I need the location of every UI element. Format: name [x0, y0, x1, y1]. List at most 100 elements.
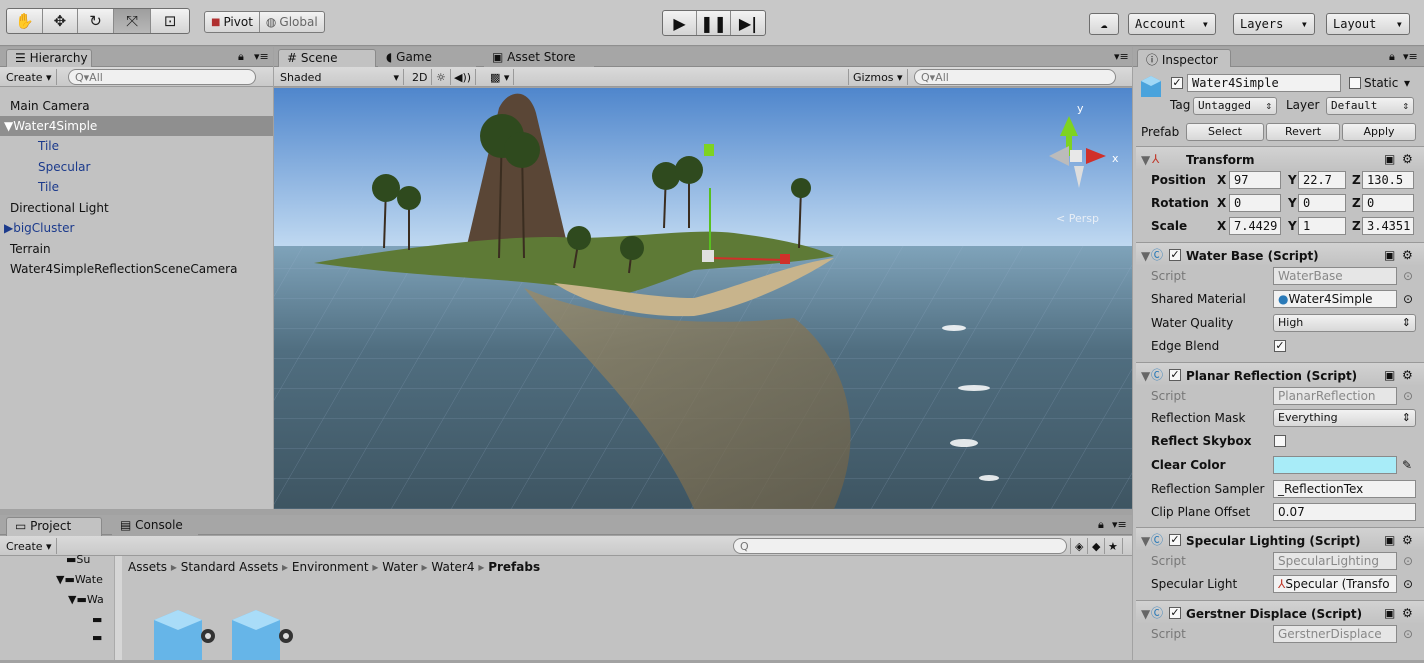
project-create-button[interactable]: Create ▾ — [2, 538, 57, 554]
tree-item-folder[interactable]: ▬ — [92, 628, 102, 648]
scale-x-field[interactable]: 7.4429 — [1229, 217, 1281, 235]
global-button[interactable]: ◍ Global — [258, 12, 324, 32]
play-button[interactable]: ▶ — [663, 11, 697, 35]
panel-menu-icon[interactable]: ▾≡ — [1114, 50, 1129, 63]
gear-icon[interactable]: ⚙ — [1402, 531, 1413, 549]
prefab-asset-1[interactable] — [150, 606, 220, 660]
shared-material-field[interactable]: ●Water4Simple — [1273, 290, 1397, 308]
layer-dropdown[interactable]: Default ⇕ — [1326, 97, 1414, 115]
help-book-icon[interactable]: ▣ — [1384, 366, 1395, 384]
hierarchy-item-bigcluster[interactable]: ▶bigCluster — [0, 218, 74, 238]
tab-asset-store[interactable]: ▣ Asset Store — [484, 49, 594, 68]
panel-menu-icon[interactable]: ▾≡ — [254, 50, 269, 63]
foldout-arrow-icon[interactable]: ▼ — [1141, 605, 1150, 623]
static-dropdown-icon[interactable]: ▾ — [1404, 74, 1410, 92]
rotation-x-field[interactable]: 0 — [1229, 194, 1281, 212]
shading-mode-dropdown[interactable]: Shaded ▾ — [276, 69, 404, 85]
lighting-toggle[interactable]: ☼ — [432, 69, 451, 85]
breadcrumb-assets[interactable]: Assets — [128, 560, 167, 574]
specular-lighting-header[interactable]: ▼ Ⓒ ✓ Specular Lighting (Script) ▣ ⚙ — [1136, 527, 1424, 551]
tab-game[interactable]: ◖ Game — [378, 49, 476, 68]
hierarchy-item-terrain[interactable]: Terrain — [10, 239, 51, 259]
specular-lighting-enabled-checkbox[interactable]: ✓ — [1169, 534, 1181, 546]
prefab-asset-2[interactable] — [228, 606, 298, 660]
help-book-icon[interactable]: ▣ — [1384, 531, 1395, 549]
reflect-skybox-checkbox[interactable] — [1274, 435, 1286, 447]
expand-arrow-icon[interactable]: ▶ — [4, 221, 13, 235]
breadcrumb-water4[interactable]: Water4 — [431, 560, 474, 574]
edge-blend-checkbox[interactable]: ✓ — [1274, 340, 1286, 352]
panel-menu-icon[interactable]: ▾≡ — [1112, 518, 1127, 531]
layers-dropdown[interactable]: Layers ▾ — [1233, 13, 1315, 35]
gear-icon[interactable]: ⚙ — [1402, 366, 1413, 384]
hierarchy-item-tile[interactable]: Tile — [38, 136, 59, 156]
foldout-arrow-icon[interactable]: ▼ — [1141, 532, 1150, 550]
hierarchy-item-tile-2[interactable]: Tile — [38, 177, 59, 197]
hierarchy-item-reflection-camera[interactable]: Water4SimpleReflectionSceneCamera — [10, 259, 237, 279]
foldout-arrow-icon[interactable]: ▼ — [1141, 247, 1150, 265]
move-tool-icon[interactable]: ✥ — [43, 9, 79, 33]
tree-item-folder[interactable]: ▬ — [92, 610, 102, 630]
scale-tool-icon[interactable]: ⤧ — [113, 9, 152, 33]
breadcrumb-prefabs[interactable]: Prefabs — [488, 560, 540, 574]
water-base-enabled-checkbox[interactable]: ✓ — [1169, 249, 1181, 261]
scene-viewport[interactable]: y x < Persp — [274, 88, 1132, 509]
scale-z-field[interactable]: 3.4351 — [1362, 217, 1414, 235]
gerstner-displace-header[interactable]: ▼ Ⓒ ✓ Gerstner Displace (Script) ▣ ⚙ — [1136, 600, 1424, 624]
hierarchy-item-water4simple[interactable]: ▼Water4Simple — [0, 116, 273, 136]
object-picker-icon[interactable]: ⊙ — [1403, 575, 1413, 593]
tab-scene[interactable]: # Scene — [278, 49, 376, 68]
rotation-z-field[interactable]: 0 — [1362, 194, 1414, 212]
tab-inspector[interactable]: ⓘ Inspector — [1137, 49, 1231, 68]
lock-icon[interactable]: 🔒︎ — [1389, 50, 1395, 64]
foldout-arrow-icon[interactable]: ▼ — [1141, 367, 1150, 385]
foldout-arrow-icon[interactable]: ▼ — [1141, 151, 1150, 169]
planar-reflection-header[interactable]: ▼ Ⓒ ✓ Planar Reflection (Script) ▣ ⚙ — [1136, 362, 1424, 386]
tab-project[interactable]: ▭ Project — [6, 517, 102, 536]
tab-hierarchy[interactable]: ☰ Hierarchy — [6, 49, 92, 68]
water-quality-dropdown[interactable]: High ⇕ — [1273, 314, 1416, 332]
hierarchy-item-directional-light[interactable]: Directional Light — [10, 198, 109, 218]
reflection-mask-dropdown[interactable]: Everything ⇕ — [1273, 409, 1416, 427]
specular-light-field[interactable]: ⅄Specular (Transfo — [1273, 575, 1397, 593]
position-y-field[interactable]: 22.7 — [1298, 171, 1346, 189]
lock-icon[interactable]: 🔒︎ — [1098, 518, 1104, 532]
tree-item-water4[interactable]: ▼▬Wa — [68, 590, 104, 610]
filter-label-icon[interactable]: ◆ — [1088, 538, 1106, 554]
gerstner-displace-enabled-checkbox[interactable]: ✓ — [1169, 607, 1181, 619]
step-button[interactable]: ▶| — [731, 11, 765, 35]
object-name-input[interactable]: Water4Simple — [1187, 74, 1341, 92]
effects-dropdown[interactable]: ▩ ▾ — [486, 69, 515, 85]
expand-arrow-icon[interactable]: ▼ — [4, 119, 13, 133]
help-book-icon[interactable]: ▣ — [1384, 246, 1395, 264]
breadcrumb-standard-assets[interactable]: Standard Assets — [181, 560, 278, 574]
pivot-button[interactable]: ■ Pivot — [205, 12, 259, 32]
position-x-field[interactable]: 97 — [1229, 171, 1281, 189]
gizmos-dropdown[interactable]: Gizmos ▾ — [848, 69, 908, 85]
planar-reflection-enabled-checkbox[interactable]: ✓ — [1169, 369, 1181, 381]
breadcrumb-environment[interactable]: Environment — [292, 560, 369, 574]
prefab-select-button[interactable]: Select — [1186, 123, 1264, 141]
static-checkbox[interactable] — [1349, 77, 1361, 89]
rotation-y-field[interactable]: 0 — [1298, 194, 1346, 212]
tree-item-standard-assets[interactable]: ▬Su — [66, 550, 90, 570]
lock-icon[interactable]: 🔒︎ — [238, 50, 244, 64]
prefab-revert-button[interactable]: Revert — [1266, 123, 1340, 141]
hierarchy-item-specular[interactable]: Specular — [38, 157, 90, 177]
mode-2d-toggle[interactable]: 2D — [408, 69, 433, 85]
tag-dropdown[interactable]: Untagged ⇕ — [1193, 97, 1277, 115]
rect-tool-icon[interactable]: ⊡ — [151, 9, 189, 33]
layout-dropdown[interactable]: Layout ▾ — [1326, 13, 1410, 35]
hierarchy-create-button[interactable]: Create ▾ — [2, 69, 57, 85]
cloud-button[interactable]: ☁ — [1089, 13, 1119, 35]
hand-tool-icon[interactable]: ✋ — [7, 9, 43, 33]
gear-icon[interactable]: ⚙ — [1402, 150, 1413, 168]
tree-item-water[interactable]: ▼▬Wate — [56, 570, 103, 590]
audio-toggle[interactable]: ◀)) — [450, 69, 477, 85]
filter-type-icon[interactable]: ◈ — [1070, 538, 1089, 554]
object-picker-icon[interactable]: ⊙ — [1403, 267, 1413, 285]
position-z-field[interactable]: 130.5 — [1362, 171, 1414, 189]
tree-scrollbar[interactable] — [114, 556, 122, 660]
scene-search-input[interactable]: Q▾All — [914, 69, 1116, 85]
eyedropper-icon[interactable]: ✎ — [1402, 456, 1412, 474]
